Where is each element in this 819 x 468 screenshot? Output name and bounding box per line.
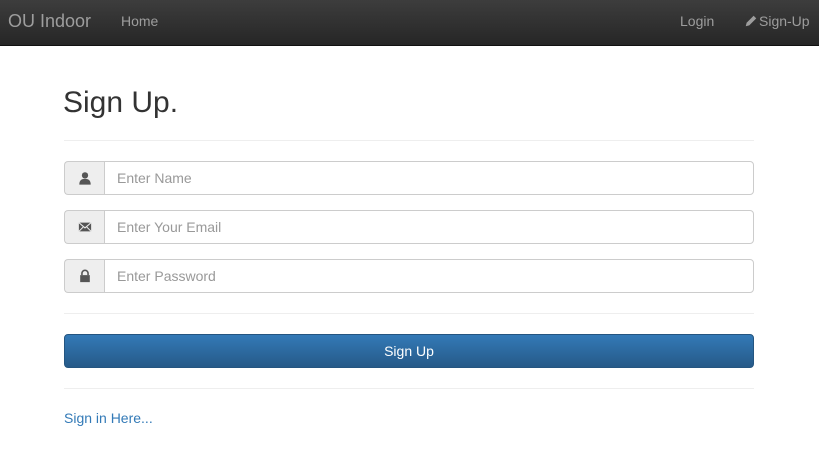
- name-addon: [64, 161, 104, 195]
- name-input-group: [64, 161, 754, 195]
- signin-link[interactable]: Sign in Here...: [64, 410, 153, 426]
- page-title: Sign Up.: [63, 86, 179, 119]
- password-input[interactable]: [104, 259, 754, 293]
- pencil-icon: [745, 15, 757, 27]
- user-icon: [78, 172, 91, 185]
- nav-signup-link[interactable]: Sign-Up: [744, 13, 810, 29]
- email-input-group: [64, 210, 754, 244]
- nav-login-link[interactable]: Login: [680, 13, 714, 29]
- nav-home-link[interactable]: Home: [121, 13, 158, 29]
- nav-signup-label: Sign-Up: [759, 13, 810, 29]
- divider: [64, 140, 754, 141]
- divider: [64, 388, 754, 389]
- lock-icon: [79, 269, 90, 283]
- navbar: OU Indoor Home Login Sign-Up: [0, 0, 819, 46]
- envelope-icon: [78, 222, 91, 232]
- divider: [64, 313, 754, 314]
- brand-link[interactable]: OU Indoor: [8, 11, 91, 32]
- email-addon: [64, 210, 104, 244]
- signup-button[interactable]: Sign Up: [64, 334, 754, 368]
- password-input-group: [64, 259, 754, 293]
- password-addon: [64, 259, 104, 293]
- email-input[interactable]: [104, 210, 754, 244]
- name-input[interactable]: [104, 161, 754, 195]
